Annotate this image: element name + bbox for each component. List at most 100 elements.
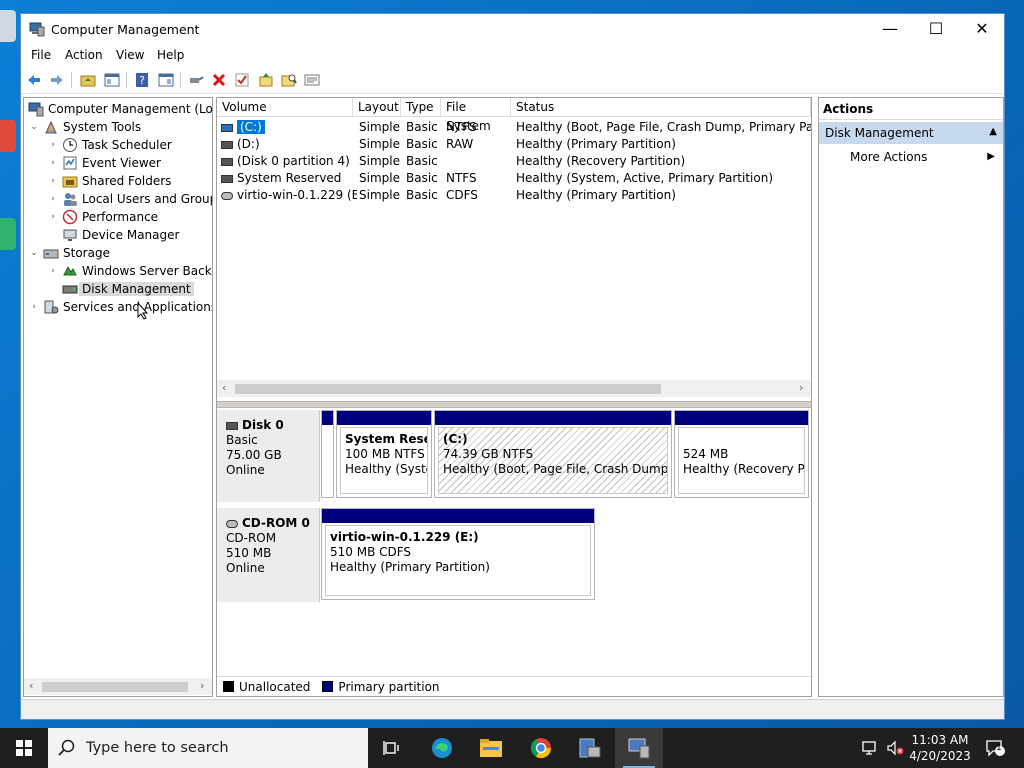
disk-icon: [226, 421, 238, 430]
device-manager-icon: [63, 229, 77, 241]
tree-item-windows-server-backup[interactable]: › Windows Server Backup: [47, 262, 212, 280]
column-header-status[interactable]: Status: [511, 98, 811, 117]
column-header-file-system[interactable]: File System: [441, 98, 511, 133]
layout-cell: Simple: [359, 171, 400, 185]
menu-help[interactable]: Help: [157, 48, 184, 62]
cd-rom-icon: [226, 519, 238, 528]
desktop-recycle-icon[interactable]: [0, 10, 16, 42]
tree-item-local-users-and-groups[interactable]: › Local Users and Groups: [47, 190, 212, 208]
network-icon[interactable]: [858, 728, 884, 768]
pane-splitter[interactable]: [217, 401, 811, 408]
partition-c-drive[interactable]: (C:) 74.39 GB NTFS Healthy (Boot, Page F…: [434, 410, 672, 498]
volume-name: virtio-win-0.1.229 (E:): [237, 188, 357, 202]
forward-icon[interactable]: [48, 71, 66, 89]
search-icon[interactable]: [280, 71, 298, 89]
scroll-thumb[interactable]: [42, 682, 188, 692]
more-actions-item[interactable]: More Actions ▶: [819, 146, 1003, 168]
chevron-right-icon[interactable]: ›: [47, 158, 59, 168]
volume-name: (D:): [237, 137, 260, 151]
column-header-type[interactable]: Type: [401, 98, 441, 117]
chevron-right-icon[interactable]: ›: [47, 266, 59, 276]
desktop-edge-icon[interactable]: [0, 218, 16, 250]
partition-recovery[interactable]: 524 MB Healthy (Recovery Part: [674, 410, 809, 498]
table-row[interactable]: (C:) Simple Basic NTFS Healthy (Boot, Pa…: [217, 119, 811, 136]
column-header-layout[interactable]: Layout: [353, 98, 401, 117]
status-cell: Healthy (Boot, Page File, Crash Dump, Pr…: [516, 120, 811, 134]
up-folder-icon[interactable]: [79, 71, 97, 89]
start-button[interactable]: [0, 728, 48, 768]
taskbar-search[interactable]: Type here to search: [48, 728, 368, 768]
help-icon[interactable]: ?: [133, 71, 151, 89]
type-cell: Basic: [406, 171, 438, 185]
tree-item-disk-management[interactable]: Disk Management: [47, 280, 194, 298]
layout-cell: Simple: [359, 188, 400, 202]
tree-item-services-and-applications[interactable]: › Services and Applications: [28, 298, 212, 316]
desktop-chrome-icon[interactable]: [0, 120, 16, 152]
chevron-down-icon[interactable]: ⌄: [28, 248, 40, 258]
chevron-right-icon[interactable]: ›: [28, 302, 40, 312]
tree-item-shared-folders[interactable]: › Shared Folders: [47, 172, 171, 190]
disk-row-cd-rom-0: CD-ROM 0 CD-ROM 510 MB Online virtio-win…: [217, 508, 811, 602]
scroll-right-icon[interactable]: ›: [799, 381, 803, 394]
partition-virtio-win[interactable]: virtio-win-0.1.229 (E:) 510 MB CDFS Heal…: [321, 508, 595, 600]
svg-text:?: ?: [139, 74, 145, 87]
file-explorer-icon[interactable]: [467, 728, 515, 768]
tree-item-task-scheduler[interactable]: › Task Scheduler: [47, 136, 172, 154]
chevron-right-icon[interactable]: ›: [47, 194, 59, 204]
taskbar-clock[interactable]: 11:03 AM 4/20/2023: [908, 732, 972, 764]
table-row[interactable]: (D:) Simple Basic RAW Healthy (Primary P…: [217, 136, 811, 153]
close-button[interactable]: ✕: [959, 14, 1005, 44]
show-hide-tree-icon[interactable]: [103, 71, 121, 89]
maximize-button[interactable]: ☐: [913, 14, 959, 44]
menu-action[interactable]: Action: [65, 48, 103, 62]
volume-list-horizontal-scrollbar[interactable]: ‹ ›: [217, 380, 811, 397]
connect-icon[interactable]: [187, 71, 205, 89]
clock-icon: [63, 138, 77, 152]
scroll-thumb[interactable]: [235, 384, 661, 394]
scroll-left-icon[interactable]: ‹: [29, 679, 33, 692]
chrome-icon[interactable]: [517, 728, 565, 768]
minimize-button[interactable]: —: [867, 14, 913, 44]
delete-icon[interactable]: [210, 71, 228, 89]
import-icon[interactable]: [257, 71, 275, 89]
partition-system-reserved[interactable]: System Reserv 100 MB NTFS Healthy (Syste…: [336, 410, 432, 498]
column-header-volume[interactable]: Volume: [217, 98, 353, 117]
partition-unlabeled[interactable]: [321, 410, 334, 498]
properties-icon[interactable]: [157, 71, 175, 89]
export-list-icon[interactable]: [303, 71, 321, 89]
type-cell: Basic: [406, 154, 438, 168]
chevron-right-icon[interactable]: ›: [47, 212, 59, 222]
table-row[interactable]: System Reserved Simple Basic NTFS Health…: [217, 170, 811, 187]
task-view-icon[interactable]: [368, 728, 416, 768]
disk-label[interactable]: Disk 0 Basic 75.00 GB Online: [217, 410, 320, 502]
tree-item-performance[interactable]: › Performance: [47, 208, 158, 226]
volume-muted-icon[interactable]: [884, 728, 908, 768]
notification-center-icon[interactable]: 1: [980, 728, 1010, 768]
windows-logo-icon: [16, 740, 32, 756]
scroll-left-icon[interactable]: ‹: [222, 381, 226, 394]
table-row[interactable]: (Disk 0 partition 4) Simple Basic Health…: [217, 153, 811, 170]
check-icon[interactable]: [233, 71, 251, 89]
tree-item-system-tools[interactable]: ⌄ System Tools: [28, 118, 141, 136]
chevron-down-icon[interactable]: ⌄: [28, 122, 40, 132]
tree-horizontal-scrollbar[interactable]: ‹ ›: [24, 678, 212, 695]
menu-file[interactable]: File: [31, 48, 51, 62]
computer-management-taskbar-icon[interactable]: [615, 728, 663, 768]
type-cell: Basic: [406, 137, 438, 151]
chevron-right-icon[interactable]: ›: [47, 176, 59, 186]
tree-item-computer-management[interactable]: Computer Management (Local: [28, 100, 212, 118]
back-icon[interactable]: [25, 71, 43, 89]
menu-view[interactable]: View: [116, 48, 144, 62]
collapse-caret-icon[interactable]: ▲: [989, 126, 997, 137]
edge-icon[interactable]: [418, 728, 466, 768]
volume-list: Volume Layout Type File System Status (C…: [217, 98, 811, 401]
server-manager-icon[interactable]: [566, 728, 614, 768]
tree-item-event-viewer[interactable]: › Event Viewer: [47, 154, 161, 172]
chevron-right-icon[interactable]: ›: [47, 140, 59, 150]
actions-section-disk-management[interactable]: Disk Management ▲: [819, 122, 1003, 144]
disk-label[interactable]: CD-ROM 0 CD-ROM 510 MB Online: [217, 508, 320, 602]
table-row[interactable]: virtio-win-0.1.229 (E:) Simple Basic CDF…: [217, 187, 811, 204]
scroll-right-icon[interactable]: ›: [200, 679, 204, 692]
tree-item-device-manager[interactable]: Device Manager: [47, 226, 179, 244]
tree-item-storage[interactable]: ⌄ Storage: [28, 244, 110, 262]
